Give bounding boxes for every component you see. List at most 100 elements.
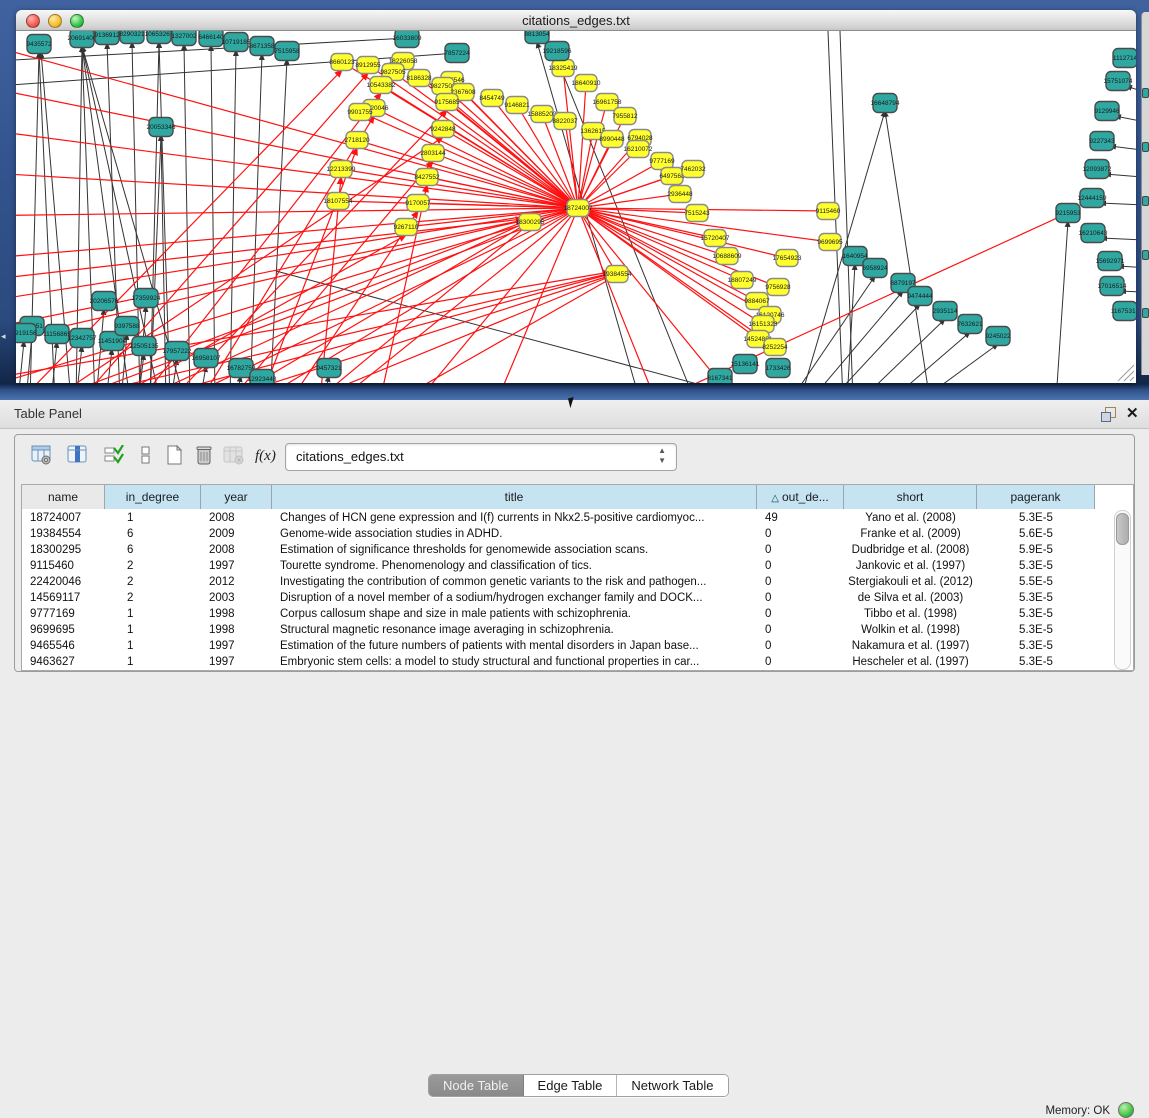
graph-node[interactable]: 8252254 — [762, 339, 788, 356]
cell-short[interactable]: Jankovic et al. (1997) — [844, 558, 977, 574]
graph-node[interactable]: 15136141 — [731, 355, 760, 374]
cell-year[interactable]: 2012 — [201, 574, 272, 590]
cell-pagerank[interactable]: 5.3E-5 — [977, 558, 1095, 574]
new-table-button[interactable] — [163, 445, 187, 469]
float-window-icon[interactable] — [1101, 407, 1115, 421]
network-window-titlebar[interactable]: citations_edges.txt — [16, 10, 1136, 31]
graph-node[interactable]: 6958924 — [862, 259, 888, 278]
table-row[interactable]: 2242004622012Investigating the contribut… — [22, 574, 1118, 590]
graph-node[interactable]: 20206576 — [90, 292, 119, 311]
cell-in-degree[interactable]: 1 — [105, 606, 201, 622]
graph-node[interactable]: 12444159 — [1078, 189, 1107, 208]
cell-pagerank[interactable]: 5.3E-5 — [977, 606, 1095, 622]
background-window-edge[interactable] — [1141, 12, 1149, 375]
graph-node[interactable]: 7632621 — [957, 315, 983, 334]
cell-title[interactable]: Investigating the contribution of common… — [272, 574, 757, 590]
graph-node[interactable]: 17654923 — [773, 250, 802, 267]
network-view-window[interactable]: citations_edges.txt 18724007183002951938… — [16, 10, 1136, 383]
cell-year[interactable]: 2003 — [201, 590, 272, 606]
column-header-short[interactable]: short — [844, 485, 977, 509]
cell-in-degree[interactable]: 1 — [105, 510, 201, 526]
graph-node[interactable]: 6466140 — [198, 31, 224, 47]
cell-name[interactable]: 9463627 — [22, 654, 105, 670]
graph-node[interactable]: 9215953 — [1055, 204, 1081, 223]
cell-in-degree[interactable]: 2 — [105, 590, 201, 606]
graph-node[interactable]: 9435572 — [26, 35, 52, 54]
graph-node[interactable]: 8427552 — [414, 169, 440, 186]
network-canvas[interactable]: 1872400718300295193845548660123891295518… — [16, 31, 1136, 383]
graph-node[interactable]: 7955812 — [612, 108, 638, 125]
cell-in-degree[interactable]: 2 — [105, 558, 201, 574]
graph-node[interactable]: 10688609 — [713, 248, 742, 265]
table-settings-button[interactable] — [31, 445, 55, 469]
graph-node[interactable]: 9699695 — [817, 234, 843, 251]
cell-name[interactable]: 9115460 — [22, 558, 105, 574]
cell-name[interactable]: 18300295 — [22, 542, 105, 558]
graph-node[interactable]: 15692971 — [1096, 252, 1125, 271]
cell-pagerank[interactable]: 5.5E-5 — [977, 574, 1095, 590]
graph-node[interactable]: 12213399 — [327, 161, 356, 178]
graph-node[interactable]: 7857224 — [444, 44, 470, 63]
window-resize-grip[interactable] — [1118, 365, 1134, 381]
table-row[interactable]: 946362711997Embryonic stem cells: a mode… — [22, 654, 1118, 670]
graph-node[interactable]: 10653267 — [145, 31, 174, 44]
graph-node[interactable]: 16648794 — [871, 94, 900, 113]
graph-node[interactable]: 17359924 — [132, 289, 161, 308]
cell-out-de-[interactable]: 0 — [757, 606, 844, 622]
graph-node[interactable]: 16958107 — [192, 349, 221, 368]
cell-name[interactable]: 19384554 — [22, 526, 105, 542]
tab-node-table[interactable]: Node Table — [429, 1075, 524, 1096]
cell-in-degree[interactable]: 1 — [105, 638, 201, 654]
cell-out-de-[interactable]: 49 — [757, 510, 844, 526]
cell-in-degree[interactable]: 1 — [105, 654, 201, 670]
cell-out-de-[interactable]: 0 — [757, 558, 844, 574]
graph-node[interactable]: 8912955 — [355, 57, 381, 74]
cell-title[interactable]: Corpus callosum shape and size in male p… — [272, 606, 757, 622]
graph-node[interactable]: 9227343 — [1089, 132, 1115, 151]
cell-pagerank[interactable]: 5.3E-5 — [977, 510, 1095, 526]
graph-node[interactable]: 18640910 — [572, 75, 601, 92]
graph-node[interactable]: 8813054 — [524, 31, 550, 44]
column-header-in-degree[interactable]: in_degree — [105, 485, 201, 509]
column-header-out-de-[interactable]: △out_de... — [757, 485, 844, 509]
graph-node[interactable]: 8822037 — [552, 113, 578, 130]
cell-short[interactable]: de Silva et al. (2003) — [844, 590, 977, 606]
graph-node[interactable]: 18807249 — [728, 272, 757, 289]
cell-name[interactable]: 9777169 — [22, 606, 105, 622]
graph-node[interactable]: 10543382 — [367, 77, 396, 94]
table-row[interactable]: 1830029562008Estimation of significance … — [22, 542, 1118, 558]
cell-out-de-[interactable]: 0 — [757, 654, 844, 670]
node-table[interactable]: namein_degreeyeartitle△out_de...shortpag… — [21, 484, 1134, 671]
table-row[interactable]: 977716911998Corpus callosum shape and si… — [22, 606, 1118, 622]
table-row[interactable]: 1938455462009Genome-wide association stu… — [22, 526, 1118, 542]
cell-year[interactable]: 1998 — [201, 606, 272, 622]
memory-status-indicator[interactable] — [1118, 1102, 1134, 1118]
graph-node[interactable]: 2936448 — [667, 186, 693, 203]
cell-year[interactable]: 1997 — [201, 638, 272, 654]
graph-node[interactable]: 12342757 — [68, 329, 97, 348]
cell-out-de-[interactable]: 0 — [757, 622, 844, 638]
graph-node[interactable]: 9242848 — [430, 121, 456, 138]
graph-node[interactable]: 18325419 — [549, 60, 578, 77]
cell-pagerank[interactable]: 5.6E-5 — [977, 526, 1095, 542]
graph-node[interactable]: 1327002 — [171, 31, 197, 46]
column-header-name[interactable]: name — [22, 485, 105, 509]
cell-year[interactable]: 2008 — [201, 510, 272, 526]
cell-year[interactable]: 1997 — [201, 558, 272, 574]
graph-node[interactable]: 9457321 — [316, 359, 342, 378]
graph-node[interactable]: 15751074 — [1104, 72, 1133, 91]
cell-in-degree[interactable]: 6 — [105, 526, 201, 542]
graph-node[interactable]: 19218596 — [543, 42, 572, 61]
graph-node[interactable]: 2935114 — [933, 302, 958, 321]
table-scrollbar[interactable] — [1114, 510, 1131, 670]
cell-name[interactable]: 18724007 — [22, 510, 105, 526]
graph-node[interactable]: 7515958 — [274, 42, 300, 61]
column-header-title[interactable]: title — [272, 485, 757, 509]
cell-out-de-[interactable]: 0 — [757, 542, 844, 558]
graph-node[interactable]: 18724007 — [564, 200, 593, 217]
cell-pagerank[interactable]: 5.3E-5 — [977, 622, 1095, 638]
graph-node[interactable]: 8290321 — [119, 31, 145, 44]
cell-name[interactable]: 14569117 — [22, 590, 105, 606]
cell-title[interactable]: Tourette syndrome. Phenomenology and cla… — [272, 558, 757, 574]
cell-year[interactable]: 2008 — [201, 542, 272, 558]
